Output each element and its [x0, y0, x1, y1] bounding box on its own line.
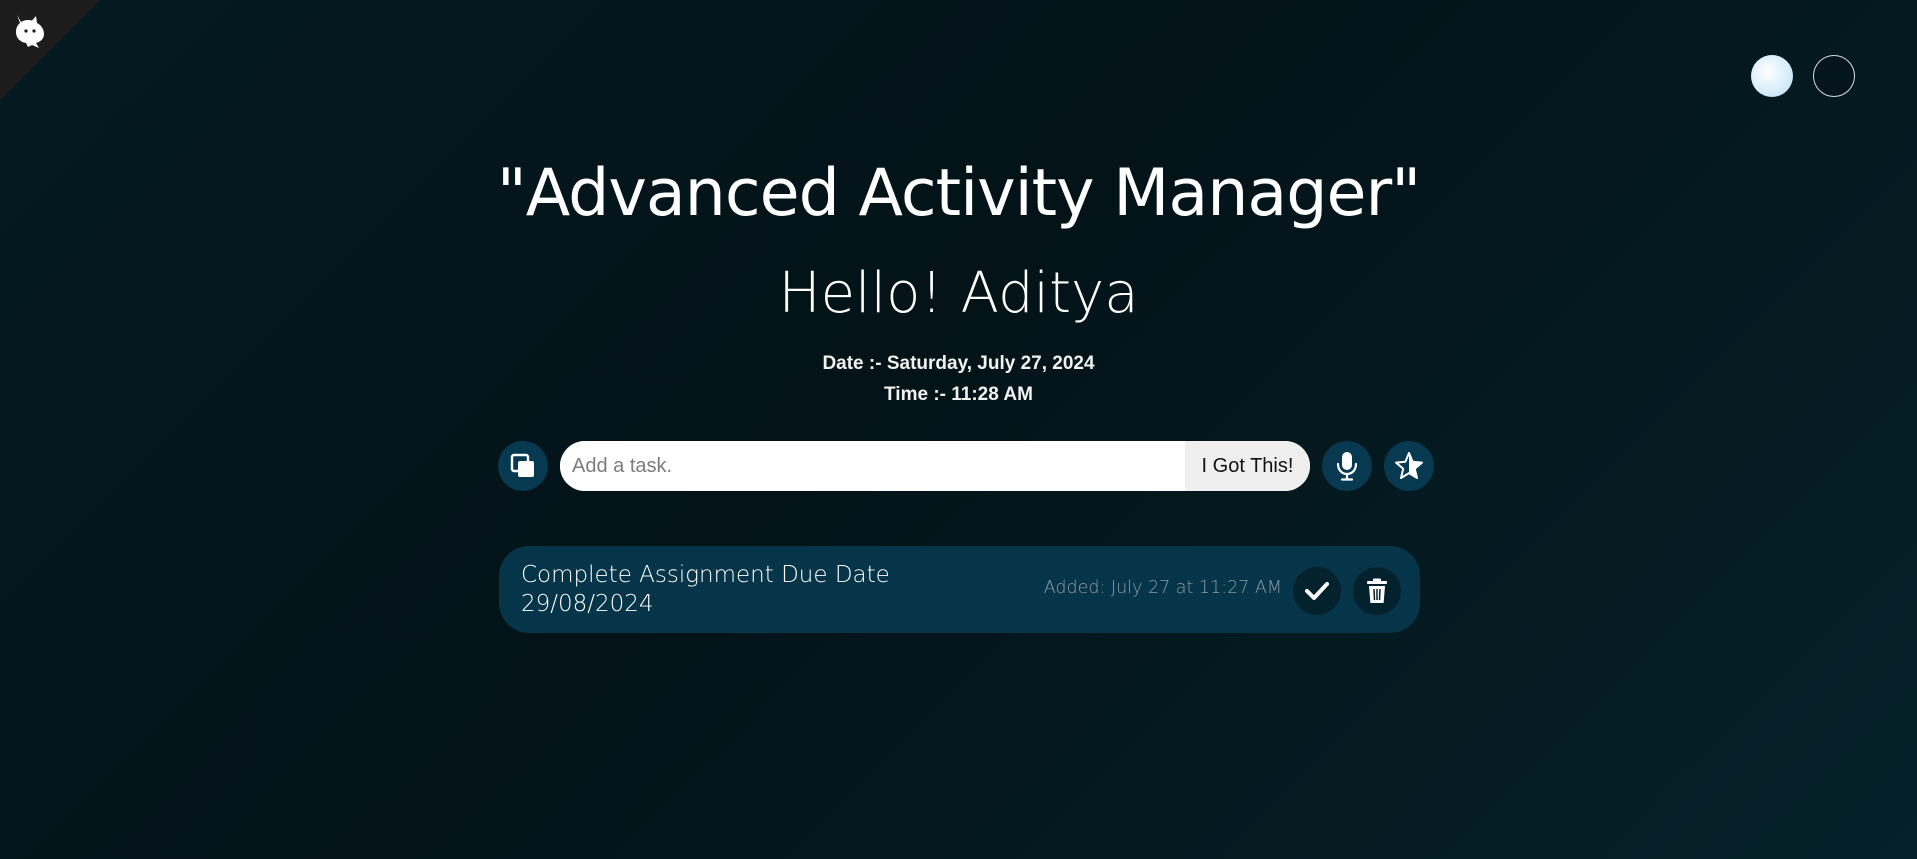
- star-icon: [1395, 452, 1423, 479]
- complete-task-button[interactable]: [1293, 567, 1341, 615]
- add-task-button[interactable]: I Got This!: [1185, 441, 1310, 491]
- voice-input-button[interactable]: [1322, 441, 1372, 491]
- date-display: Date :- Saturday, July 27, 2024: [822, 353, 1095, 374]
- task-item: Complete Assignment Due Date 29/08/2024 …: [499, 546, 1420, 633]
- task-input[interactable]: [560, 441, 1185, 491]
- light-theme-button[interactable]: [1751, 55, 1793, 97]
- delete-task-button[interactable]: [1353, 567, 1401, 615]
- page-title: "Advanced Activity Manager": [496, 156, 1421, 231]
- copy-icon: [510, 453, 534, 477]
- task-input-row: I Got This!: [498, 441, 1436, 491]
- dark-theme-button[interactable]: [1813, 55, 1855, 97]
- github-corner[interactable]: [0, 0, 100, 100]
- trash-icon: [1367, 578, 1387, 603]
- github-cat-icon: [16, 15, 44, 48]
- theme-switcher: [1751, 55, 1855, 97]
- check-icon: [1305, 582, 1329, 600]
- task-text: Complete Assignment Due Date 29/08/2024: [521, 562, 890, 617]
- time-display: Time :- 11:28 AM: [884, 384, 1033, 405]
- microphone-icon: [1336, 452, 1358, 481]
- copy-button[interactable]: [498, 441, 548, 491]
- greeting-text: Hello! Aditya: [778, 261, 1139, 326]
- task-form: I Got This!: [560, 441, 1310, 491]
- favorite-button[interactable]: [1384, 441, 1434, 491]
- task-added-timestamp: Added: July 27 at 11:27 AM: [1043, 578, 1282, 598]
